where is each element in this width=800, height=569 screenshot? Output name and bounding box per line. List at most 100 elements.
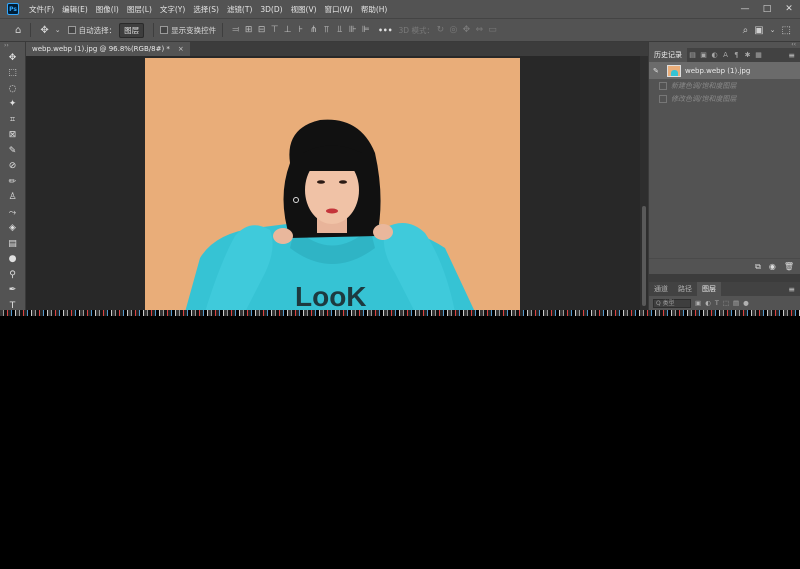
magic-wand-icon[interactable]: ✦ <box>0 97 25 113</box>
align-right-icon[interactable]: ⊟ <box>255 25 268 35</box>
chevron-down-icon[interactable]: ⌄ <box>767 26 779 34</box>
options-bar: ⌂ ✥ ⌄ 自动选择： 图层 显示变换控件 ⫤ ⊞ ⊟ ⊤ ⊥ ⊦ ⋔ ⫪ ⫫ … <box>0 18 800 42</box>
clone-stamp-icon[interactable]: ♙ <box>0 190 25 206</box>
close-window-button[interactable]: ✕ <box>778 4 800 14</box>
separator <box>153 23 155 37</box>
collapse-arrows-icon[interactable]: ›› <box>0 42 25 50</box>
chevron-down-icon[interactable]: ⌄ <box>52 26 64 34</box>
3d-camera-icon[interactable]: ▭ <box>486 25 499 35</box>
tab-paths[interactable]: 路径 <box>673 282 697 296</box>
properties-icon[interactable]: ▤ <box>687 51 698 59</box>
history-state[interactable]: 修改色调/饱和度图层 <box>649 92 800 105</box>
menu-image[interactable]: 图像(I) <box>92 4 123 15</box>
share-icon[interactable]: ⬚ <box>779 25 794 36</box>
document-tab[interactable]: webp.webp (1).jpg @ 96.8%(RGB/8#) * × <box>26 42 190 56</box>
pixel-filter-icon[interactable]: ▣ <box>695 299 701 307</box>
smart-object-filter-icon[interactable]: ▤ <box>733 299 739 307</box>
pen-tool-icon[interactable]: ✒ <box>0 283 25 299</box>
history-brush-source-icon[interactable]: ✎ <box>653 67 663 75</box>
align-top-icon[interactable]: ⊤ <box>268 25 281 35</box>
vertical-scrollbar[interactable] <box>640 56 648 312</box>
history-list: ✎ webp.webp (1).jpg 新建色调/饱和度图层 修改色调/饱和度图… <box>649 62 800 258</box>
workspace-icon[interactable]: ▣ <box>751 25 766 36</box>
document-tab-title: webp.webp (1).jpg @ 96.8%(RGB/8#) * <box>32 45 170 53</box>
healing-brush-icon[interactable]: ⊘ <box>0 159 25 175</box>
image-canvas[interactable]: LooK <box>145 58 520 312</box>
right-panel-column: ‹‹ 历史记录 ▤ ▣ ◐ A ¶ ✱ ▦ ≡ ✎ webp.webp (1).… <box>648 42 800 312</box>
eraser-icon[interactable]: ◈ <box>0 221 25 237</box>
crop-tool-icon[interactable]: ⌗ <box>0 112 25 128</box>
paragraph-icon[interactable]: ¶ <box>731 51 742 59</box>
3d-slide-icon[interactable]: ⇔ <box>473 25 486 35</box>
eyedropper-icon[interactable]: ✎ <box>0 143 25 159</box>
blur-tool-icon[interactable]: ● <box>0 252 25 268</box>
scrollbar-thumb[interactable] <box>642 206 646 306</box>
history-state[interactable]: 新建色调/饱和度图层 <box>649 79 800 92</box>
adjustments-icon[interactable]: ◐ <box>709 51 720 59</box>
marquee-tool-icon[interactable]: ⬚ <box>0 66 25 82</box>
distribute-vertical-icon[interactable]: ⊫ <box>359 25 372 35</box>
tab-layers[interactable]: 图层 <box>697 282 721 296</box>
menu-filter[interactable]: 滤镜(T) <box>223 4 256 15</box>
tab-history[interactable]: 历史记录 <box>649 48 687 62</box>
panel-divider <box>649 274 800 282</box>
menu-view[interactable]: 视图(V) <box>287 4 321 15</box>
new-document-from-state-icon[interactable]: ⧉ <box>755 262 761 272</box>
styles-icon[interactable]: ▦ <box>753 51 764 59</box>
3d-roll-icon[interactable]: ◎ <box>447 25 460 35</box>
panel-menu-icon[interactable]: ≡ <box>788 285 800 294</box>
3d-pan-icon[interactable]: ✥ <box>460 25 473 35</box>
close-tab-icon[interactable]: × <box>178 45 184 53</box>
glyphs-icon[interactable]: ✱ <box>742 51 753 59</box>
search-icon[interactable]: ⌕ <box>740 25 752 36</box>
align-left-icon[interactable]: ⫤ <box>229 25 242 35</box>
lasso-tool-icon[interactable]: ◌ <box>0 81 25 97</box>
trash-icon[interactable]: 🗑 <box>784 262 794 271</box>
history-state-label: 修改色调/饱和度图层 <box>671 94 737 103</box>
3d-orbit-icon[interactable]: ↻ <box>434 25 447 35</box>
menu-help[interactable]: 帮助(H) <box>357 4 392 15</box>
align-bottom-icon[interactable]: ⊦ <box>294 25 307 35</box>
panel-menu-icon[interactable]: ≡ <box>788 51 800 60</box>
more-options-button[interactable]: ••• <box>378 26 392 35</box>
blank-region <box>0 316 800 569</box>
menu-type[interactable]: 文字(Y) <box>156 4 189 15</box>
home-icon[interactable]: ⌂ <box>12 25 24 36</box>
menu-select[interactable]: 选择(S) <box>189 4 223 15</box>
align-hcenter-icon[interactable]: ⊞ <box>242 25 255 35</box>
maximize-button[interactable]: □ <box>756 4 778 14</box>
libraries-icon[interactable]: ▣ <box>698 51 709 59</box>
gradient-tool-icon[interactable]: ▤ <box>0 236 25 252</box>
history-snapshot[interactable]: ✎ webp.webp (1).jpg <box>649 62 800 79</box>
minimize-button[interactable]: — <box>734 4 756 14</box>
move-tool-icon[interactable]: ✥ <box>37 25 51 36</box>
filter-toggle-icon[interactable]: ● <box>743 299 749 307</box>
tab-channels[interactable]: 通道 <box>649 282 673 296</box>
dodge-tool-icon[interactable]: ⚲ <box>0 267 25 283</box>
auto-select-checkbox[interactable] <box>67 26 76 34</box>
menu-file[interactable]: 文件(F) <box>25 4 58 15</box>
layer-kind-filter[interactable]: Q 类型 <box>653 298 691 308</box>
history-brush-icon[interactable]: ⤳ <box>0 205 25 221</box>
type-filter-icon[interactable]: T <box>715 299 719 307</box>
frame-tool-icon[interactable]: ⊠ <box>0 128 25 144</box>
menu-edit[interactable]: 编辑(E) <box>58 4 92 15</box>
adjustment-filter-icon[interactable]: ◐ <box>705 299 711 307</box>
distribute-top-icon[interactable]: ⫪ <box>320 25 333 35</box>
shape-filter-icon[interactable]: ⬚ <box>723 299 729 307</box>
menu-layer[interactable]: 图层(L) <box>123 4 156 15</box>
distribute-bottom-icon[interactable]: ⊪ <box>346 25 359 35</box>
move-tool-icon[interactable]: ✥ <box>0 50 25 66</box>
camera-snapshot-icon[interactable]: ◉ <box>769 262 776 271</box>
character-icon[interactable]: A <box>720 51 731 59</box>
distribute-icon[interactable]: ⋔ <box>307 25 320 35</box>
auto-select-dropdown[interactable]: 图层 <box>119 22 145 38</box>
menu-3d[interactable]: 3D(D) <box>256 5 286 14</box>
menu-window[interactable]: 窗口(W) <box>321 4 357 15</box>
snapshot-thumbnail <box>667 64 681 77</box>
align-vcenter-icon[interactable]: ⊥ <box>281 25 294 35</box>
show-transform-checkbox[interactable] <box>160 26 169 34</box>
brush-tool-icon[interactable]: ✏ <box>0 174 25 190</box>
layers-panel-tabs: 通道 路径 图层 ≡ <box>649 282 800 296</box>
distribute-center-icon[interactable]: ⫫ <box>333 25 346 35</box>
